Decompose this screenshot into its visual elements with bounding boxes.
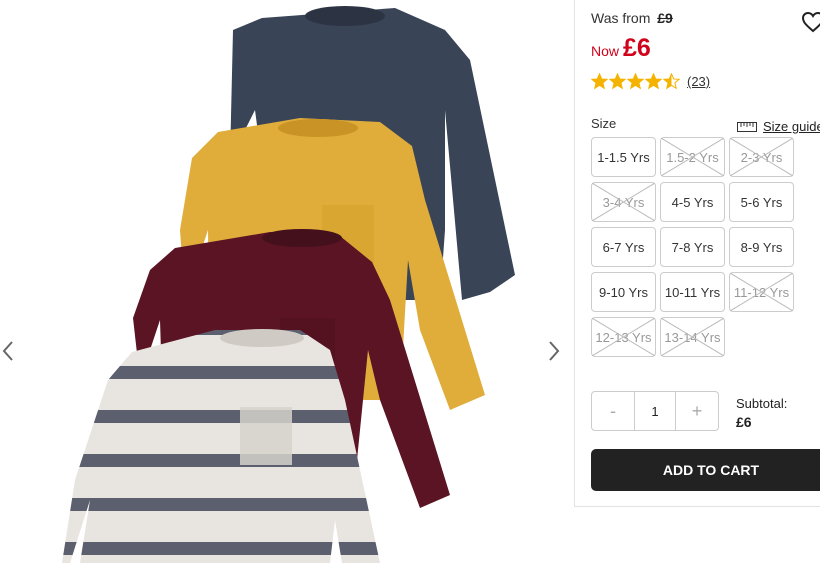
chevron-right-icon	[549, 341, 560, 361]
product-purchase-panel: Was from £9 Now £6 (23) Size Size guide 1…	[574, 0, 820, 507]
now-price: Now £6	[591, 34, 651, 63]
size-option[interactable]: 9-10 Yrs	[591, 272, 656, 312]
quantity-value[interactable]: 1	[634, 392, 676, 430]
size-option-label: 10-11 Yrs	[664, 284, 721, 300]
size-guide-label: Size guide	[763, 119, 820, 134]
subtotal-value: £6	[736, 414, 752, 430]
size-option[interactable]: 7-8 Yrs	[660, 227, 725, 267]
rating-stars	[591, 73, 681, 90]
quantity-decrease-button[interactable]: -	[592, 392, 634, 430]
size-option-label: 1-1.5 Yrs	[597, 149, 650, 165]
striped-top-image	[62, 329, 380, 563]
was-price-value: £9	[657, 10, 673, 26]
star-icon	[591, 73, 608, 90]
subtotal-label: Subtotal:	[736, 396, 788, 411]
size-options: 1-1.5 Yrs 1.5-2 Yrs2-3 Yrs 3-4 Yrs 4-5 Yrs 5…	[591, 137, 794, 357]
now-price-value: £6	[623, 34, 651, 62]
star-icon	[627, 73, 644, 90]
unavailable-cross-icon	[661, 138, 724, 176]
add-to-cart-button[interactable]: ADD TO CART	[591, 449, 820, 491]
unavailable-cross-icon	[730, 138, 793, 176]
product-image	[62, 6, 515, 563]
size-option: 1.5-2 Yrs	[660, 137, 725, 177]
unavailable-cross-icon	[592, 183, 655, 221]
heart-icon	[801, 11, 820, 33]
size-option-label: 6-7 Yrs	[602, 239, 645, 255]
review-count-link[interactable]: (23)	[687, 74, 710, 89]
ruler-icon	[737, 121, 757, 132]
size-label: Size	[591, 116, 617, 131]
rating: (23)	[591, 73, 710, 90]
size-option: 12-13 Yrs	[591, 317, 656, 357]
size-option-label: 9-10 Yrs	[599, 284, 648, 300]
quantity-stepper: - 1 +	[591, 391, 719, 431]
star-icon	[609, 73, 626, 90]
subtotal: Subtotal: £6	[736, 395, 787, 431]
chevron-left-icon	[2, 341, 13, 361]
was-price: Was from £9	[591, 10, 673, 26]
size-option[interactable]: 10-11 Yrs	[660, 272, 725, 312]
size-option-label: 5-6 Yrs	[740, 194, 783, 210]
unavailable-cross-icon	[592, 318, 655, 356]
size-option[interactable]: 5-6 Yrs	[729, 182, 794, 222]
star-icon	[645, 73, 662, 90]
size-option[interactable]: 1-1.5 Yrs	[591, 137, 656, 177]
size-option[interactable]: 4-5 Yrs	[660, 182, 725, 222]
previous-image-button[interactable]	[0, 336, 20, 366]
size-option: 11-12 Yrs	[729, 272, 794, 312]
size-option-label: 8-9 Yrs	[740, 239, 783, 255]
quantity-increase-button[interactable]: +	[676, 392, 718, 430]
size-option: 3-4 Yrs	[591, 182, 656, 222]
size-option: 13-14 Yrs	[660, 317, 725, 357]
size-option-label: 4-5 Yrs	[671, 194, 714, 210]
unavailable-cross-icon	[730, 273, 793, 311]
size-option[interactable]: 6-7 Yrs	[591, 227, 656, 267]
star-icon	[663, 73, 680, 90]
size-option: 2-3 Yrs	[729, 137, 794, 177]
wishlist-button[interactable]	[801, 10, 820, 34]
now-price-label: Now	[591, 43, 620, 59]
unavailable-cross-icon	[661, 318, 724, 356]
size-option-label: 7-8 Yrs	[671, 239, 714, 255]
size-guide-link[interactable]: Size guide	[737, 119, 820, 134]
product-image-gallery	[0, 0, 570, 563]
next-image-button[interactable]	[544, 336, 564, 366]
size-option[interactable]: 8-9 Yrs	[729, 227, 794, 267]
was-price-label: Was from	[591, 10, 651, 26]
